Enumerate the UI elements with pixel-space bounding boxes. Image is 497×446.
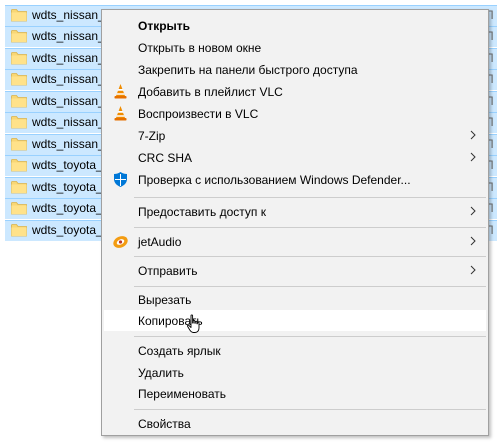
file-name: wdts_nissan_l (32, 29, 108, 43)
menu-item-crc-sha-label: CRC SHA (138, 151, 193, 165)
menu-separator (134, 409, 486, 410)
context-menu: Открыть Открыть в новом окне Закрепить н… (101, 9, 489, 436)
chevron-right-icon (470, 206, 476, 216)
jetaudio-icon (113, 236, 128, 248)
menu-item-delete-label: Удалить (138, 366, 184, 380)
menu-item-crc-sha[interactable]: CRC SHA (104, 147, 486, 168)
menu-item-open[interactable]: Открыть (104, 15, 486, 36)
file-name: wdts_nissan_s (32, 72, 111, 86)
folder-icon (11, 95, 27, 108)
windows-defender-icon (114, 172, 127, 187)
menu-item-defender-scan-label: Проверка с использованием Windows Defend… (138, 173, 411, 187)
folder-icon (11, 52, 27, 65)
menu-item-vlc-play-label: Воспроизвести в VLC (138, 107, 259, 121)
menu-separator (134, 286, 486, 287)
menu-item-cut-label: Вырезать (138, 293, 192, 307)
menu-item-jetaudio[interactable]: jetAudio (104, 231, 486, 252)
menu-item-7zip-label: 7-Zip (138, 129, 166, 143)
menu-item-create-shortcut[interactable]: Создать ярлык (104, 340, 486, 361)
menu-item-open-label: Открыть (138, 19, 191, 33)
chevron-right-icon (470, 265, 476, 275)
menu-item-send-to-label: Отправить (138, 264, 198, 278)
menu-item-open-new-window-label: Открыть в новом окне (138, 41, 262, 55)
folder-icon (11, 202, 27, 215)
menu-item-7zip[interactable]: 7-Zip (104, 125, 486, 146)
chevron-right-icon (470, 130, 476, 140)
folder-icon (11, 30, 27, 43)
menu-item-properties-label: Свойства (138, 417, 191, 431)
menu-item-share-with-label: Предоставить доступ к (138, 205, 266, 219)
menu-item-cut[interactable]: Вырезать (104, 289, 486, 310)
file-name: wdts_toyota_n (32, 201, 110, 215)
menu-item-vlc-add-playlist-label: Добавить в плейлист VLC (138, 85, 283, 99)
chevron-right-icon (470, 152, 476, 162)
file-name: wdts_nissan_s (32, 51, 111, 65)
file-name: wdts_toyota_s (32, 223, 109, 237)
folder-icon (11, 73, 27, 86)
menu-item-vlc-add-playlist[interactable]: Добавить в плейлист VLC (104, 81, 486, 102)
folder-icon (11, 9, 27, 22)
screen: wdts_nissan_12028.09.2020 17:09Пwdts_nis… (0, 0, 497, 446)
menu-item-share-with[interactable]: Предоставить доступ к (104, 201, 486, 222)
folder-icon (11, 138, 27, 151)
file-name: wdts_nissan_s (32, 115, 111, 129)
menu-item-copy[interactable]: Копировать (104, 310, 486, 331)
menu-item-vlc-play[interactable]: Воспроизвести в VLC (104, 103, 486, 124)
menu-separator (134, 197, 486, 198)
menu-item-create-shortcut-label: Создать ярлык (138, 344, 221, 358)
menu-separator (134, 336, 486, 337)
vlc-cone-icon (114, 84, 127, 99)
menu-item-defender-scan[interactable]: Проверка с использованием Windows Defend… (104, 169, 486, 190)
menu-separator (134, 227, 486, 228)
file-name: wdts_toyota_c (32, 180, 109, 194)
hand-pointer-cursor-icon (187, 314, 200, 333)
file-name: wdts_toyota_a (32, 158, 110, 172)
file-name: wdts_nissan_s (32, 137, 111, 151)
vlc-cone-icon (114, 106, 127, 121)
folder-icon (11, 159, 27, 172)
folder-icon (11, 224, 27, 237)
menu-item-pin-quick-access[interactable]: Закрепить на панели быстрого доступа (104, 59, 486, 80)
file-name: wdts_nissan_s (32, 94, 111, 108)
menu-separator (134, 256, 486, 257)
menu-item-rename[interactable]: Переименовать (104, 383, 486, 404)
menu-item-delete[interactable]: Удалить (104, 362, 486, 383)
menu-item-rename-label: Переименовать (138, 387, 226, 401)
menu-item-pin-quick-access-label: Закрепить на панели быстрого доступа (138, 63, 358, 77)
chevron-right-icon (470, 236, 476, 246)
menu-item-jetaudio-label: jetAudio (138, 235, 182, 249)
folder-icon (11, 116, 27, 129)
menu-item-properties[interactable]: Свойства (104, 413, 486, 434)
folder-icon (11, 181, 27, 194)
menu-item-send-to[interactable]: Отправить (104, 260, 486, 281)
menu-item-open-new-window[interactable]: Открыть в новом окне (104, 37, 486, 58)
